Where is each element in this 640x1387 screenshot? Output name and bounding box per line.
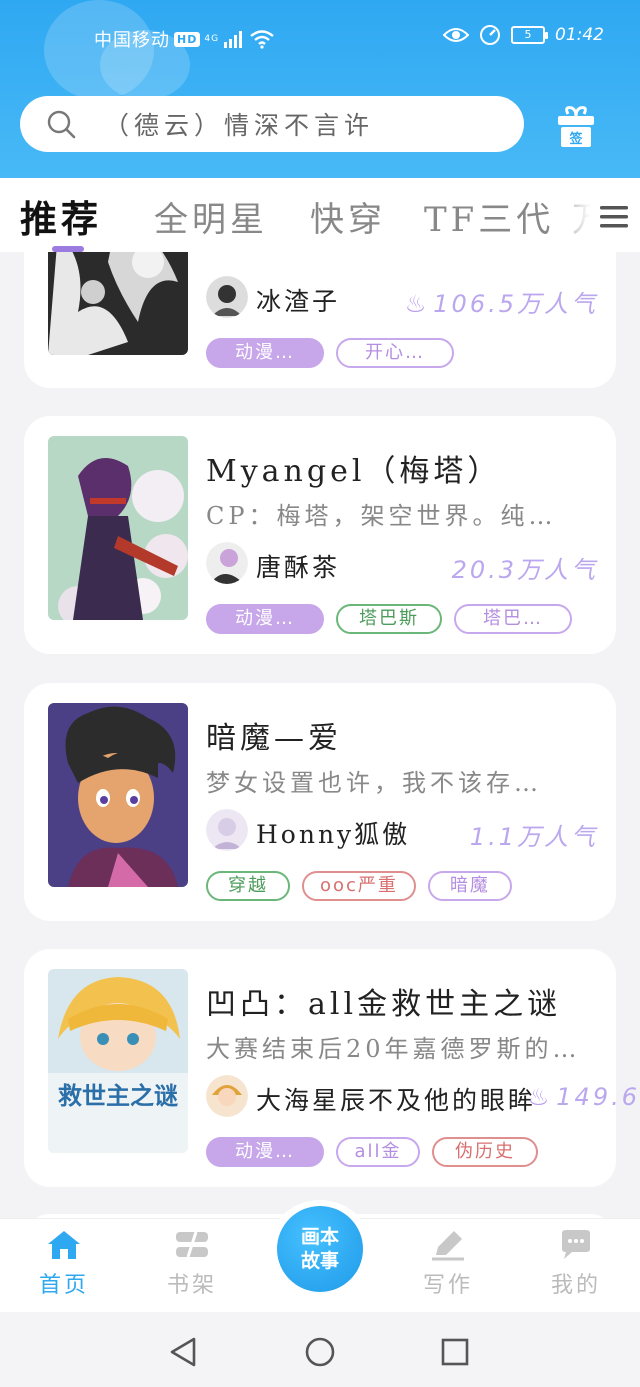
author-avatar[interactable] [206, 542, 248, 584]
carrier-name: 中国移动 [94, 30, 170, 51]
story-feed[interactable]: 冰渣子 ♨ 106.5万人气 动漫… 开心… Myangel（梅塔） CP：梅塔，… [0, 252, 640, 1218]
tag[interactable]: 暗魔 [427, 871, 512, 901]
author-name[interactable]: Honny狐傲 [256, 815, 410, 851]
hd-badge: HD [174, 31, 201, 47]
home-circle-icon[interactable] [304, 1336, 336, 1368]
cover-title-text: 救世主之谜 [58, 1081, 178, 1110]
picture-story-button[interactable]: 画本 故事 [277, 1206, 363, 1292]
tag-list: 动漫… all金 伪历史 [206, 1137, 538, 1167]
chat-bubble-icon [562, 1230, 590, 1259]
popularity: 20.3万人气 [451, 556, 598, 584]
network-type: 4G [204, 34, 220, 44]
status-right: 5 01:42 [443, 24, 604, 46]
popularity-value: 106.5万人气 [433, 290, 598, 318]
author-row: 唐酥茶 20.3万人气 [206, 542, 616, 586]
story-cover[interactable]: 救世主之谜 [48, 969, 188, 1153]
story-card[interactable]: Myangel（梅塔） CP：梅塔，架空世界。纯… 唐酥茶 20.3万人气 动漫… [24, 416, 616, 654]
story-card[interactable]: 冰渣子 ♨ 106.5万人气 动漫… 开心… [24, 252, 616, 388]
story-title[interactable]: 暗魔—爱 [206, 713, 342, 757]
tag[interactable]: 动漫… [206, 604, 324, 634]
gift-label: 签 [569, 132, 583, 147]
author-avatar[interactable] [206, 809, 248, 851]
cover-image [48, 252, 188, 355]
flame-icon: ♨ [404, 290, 430, 318]
popularity: 1.1万人气 [469, 823, 598, 851]
cover-image [48, 969, 188, 1153]
tag-list: 动漫… 开心… [206, 338, 454, 368]
back-icon[interactable] [168, 1336, 198, 1368]
category-menu-icon[interactable] [596, 202, 630, 232]
cover-image [48, 436, 188, 620]
nav-bookshelf-label: 书架 [166, 1273, 217, 1298]
nav-home-label: 首页 [38, 1273, 89, 1298]
author-row: Honny狐傲 1.1万人气 [206, 809, 616, 853]
tag[interactable]: 开心… [336, 338, 454, 368]
story-description: CP：梅塔，架空世界。纯… [206, 502, 557, 530]
nav-mine[interactable]: 我的 [536, 1229, 616, 1299]
nav-write-label: 写作 [422, 1273, 473, 1298]
story-cover[interactable] [48, 252, 188, 355]
story-card[interactable]: 救世主之谜 凹凸：all金救世主之谜 大赛结束后20年嘉德罗斯的… 大海星辰不及… [24, 949, 637, 1187]
app-header: 中国移动 HD 4G 5 01:42 （德云）情深不言许 签 [0, 0, 640, 178]
tag[interactable]: 动漫… [206, 1137, 324, 1167]
search-bar[interactable]: （德云）情深不言许 [20, 96, 524, 152]
tab-quick-wear[interactable]: 快穿 [310, 192, 386, 241]
clock: 01:42 [555, 25, 604, 45]
nav-home[interactable]: 首页 [24, 1229, 104, 1299]
author-avatar[interactable] [206, 1075, 248, 1117]
nav-mine-label: 我的 [550, 1273, 601, 1298]
nav-write[interactable]: 写作 [408, 1229, 488, 1299]
author-name[interactable]: 唐酥茶 [256, 548, 340, 584]
carrier-info: 中国移动 HD 4G [94, 26, 275, 52]
tab-recommend[interactable]: 推荐 [20, 189, 102, 243]
flame-icon: ♨ [527, 1083, 553, 1111]
tag[interactable]: 塔巴… [454, 604, 572, 634]
wifi-icon [250, 30, 274, 49]
nav-bookshelf[interactable]: 书架 [152, 1229, 232, 1299]
story-title[interactable]: 凹凸：all金救世主之谜 [206, 979, 561, 1023]
category-tabs: 推荐 全明星 快穿 TF三代 万 [0, 178, 640, 252]
tag[interactable]: 动漫… [206, 338, 324, 368]
search-placeholder: （德云）情深不言许 [104, 111, 375, 140]
story-card[interactable]: 暗魔—爱 梦女设置也许，我不该存… Honny狐傲 1.1万人气 穿越 ooc严… [24, 683, 616, 921]
story-description: 梦女设置也许，我不该存… [206, 769, 542, 797]
tag[interactable]: 塔巴斯 [336, 604, 442, 634]
pen-icon [432, 1231, 464, 1261]
tag[interactable]: 穿越 [206, 871, 290, 901]
tag-list: 穿越 ooc严重 暗魔 [206, 871, 512, 901]
author-row: 大海星辰不及他的眼眸 ♨ 149.6 [206, 1075, 637, 1119]
signal-icon [224, 31, 243, 48]
popularity-value: 149.6 [556, 1083, 640, 1111]
center-button-line1: 画本 [300, 1226, 339, 1248]
author-name[interactable]: 冰渣子 [256, 282, 340, 318]
speed-icon [480, 25, 500, 45]
author-row: 冰渣子 ♨ 106.5万人气 [206, 276, 616, 320]
popularity: ♨ 149.6 [528, 1083, 640, 1111]
popularity: ♨ 106.5万人气 [405, 284, 598, 319]
author-avatar[interactable] [206, 276, 248, 318]
cover-image [48, 703, 188, 887]
bookshelf-icon [176, 1231, 208, 1258]
tab-tf-third-gen[interactable]: TF三代 [424, 192, 554, 241]
system-navigation-bar [0, 1312, 640, 1387]
recents-square-icon[interactable] [440, 1337, 470, 1367]
author-name[interactable]: 大海星辰不及他的眼眸 [256, 1081, 536, 1117]
tag[interactable]: 伪历史 [432, 1137, 538, 1167]
story-cover[interactable] [48, 436, 188, 620]
story-description: 大赛结束后20年嘉德罗斯的… [206, 1035, 576, 1063]
tag[interactable]: all金 [336, 1137, 420, 1167]
status-bar: 中国移动 HD 4G 5 01:42 [0, 20, 640, 56]
tag[interactable]: ooc严重 [302, 871, 416, 901]
tag-list: 动漫… 塔巴斯 塔巴… [206, 604, 572, 634]
tab-all-star[interactable]: 全明星 [154, 192, 268, 241]
story-title[interactable]: Myangel（梅塔） [206, 446, 501, 490]
eye-icon [443, 28, 469, 42]
center-button-line2: 故事 [300, 1250, 339, 1272]
battery-icon: 5 [511, 26, 548, 44]
story-cover[interactable] [48, 703, 188, 887]
search-icon [47, 110, 76, 139]
home-icon [48, 1231, 80, 1259]
checkin-gift-button[interactable]: 签 [556, 106, 596, 148]
